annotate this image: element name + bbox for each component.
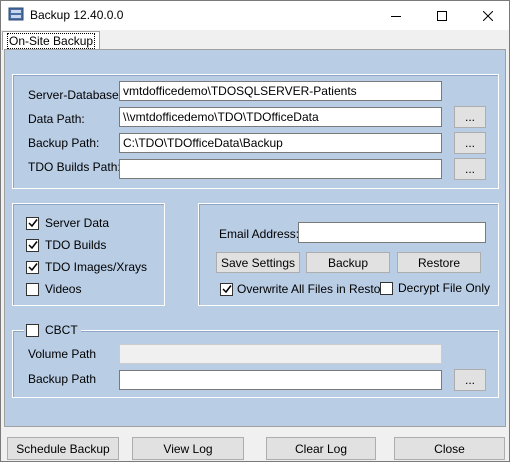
server-data-label: Server Data (45, 216, 110, 230)
email-address-label: Email Address: (219, 227, 300, 241)
decrypt-file-only-checkbox[interactable]: Decrypt File Only (380, 281, 490, 295)
save-settings-button[interactable]: Save Settings (216, 252, 300, 273)
title-bar: Backup 12.40.0.0 (1, 1, 509, 30)
videos-label: Videos (45, 282, 82, 296)
data-path-label: Data Path: (28, 112, 85, 126)
tdo-builds-checkbox[interactable]: TDO Builds (26, 238, 106, 252)
data-path-field[interactable]: \\vmtdofficedemo\TDO\TDOfficeData (119, 107, 442, 127)
cbct-backup-path-field[interactable] (119, 370, 442, 390)
schedule-backup-button[interactable]: Schedule Backup (7, 437, 119, 460)
builds-path-field[interactable] (119, 159, 442, 179)
clear-log-button[interactable]: Clear Log (266, 437, 376, 460)
window-title: Backup 12.40.0.0 (30, 8, 124, 22)
checkbox-box (26, 323, 39, 337)
server-database-label: Server-Database: (28, 88, 123, 102)
tab-on-site-backup[interactable]: On-Site Backup (2, 31, 101, 50)
minimize-button[interactable] (373, 1, 419, 30)
overwrite-all-files-checkbox[interactable]: Overwrite All Files in Restore (220, 282, 391, 296)
checkbox-box (26, 282, 39, 296)
view-log-button[interactable]: View Log (132, 437, 244, 460)
backup-app-icon (8, 6, 24, 22)
close-window-button[interactable] (465, 1, 510, 30)
checkbox-box (26, 260, 39, 274)
close-button[interactable]: Close (394, 437, 505, 460)
volume-path-label: Volume Path (28, 347, 97, 361)
data-path-browse-button[interactable]: ... (454, 106, 486, 128)
server-database-field[interactable]: vmtdofficedemo\TDOSQLSERVER-Patients (119, 81, 442, 101)
videos-checkbox[interactable]: Videos (26, 282, 81, 296)
maximize-button[interactable] (419, 1, 465, 30)
checkbox-box (26, 216, 39, 230)
server-data-checkbox[interactable]: Server Data (26, 216, 109, 230)
email-address-field[interactable] (298, 222, 486, 243)
tdo-images-checkbox[interactable]: TDO Images/Xrays (26, 260, 147, 274)
decrypt-file-only-label: Decrypt File Only (398, 281, 491, 295)
cbct-checkbox[interactable]: CBCT (24, 323, 81, 337)
backup-path-field[interactable]: C:\TDO\TDOfficeData\Backup (119, 133, 442, 153)
backup-path-browse-button[interactable]: ... (454, 132, 486, 154)
checkbox-box (26, 238, 39, 252)
builds-path-label: TDO Builds Path: (28, 160, 121, 174)
restore-button[interactable]: Restore (397, 252, 481, 273)
cbct-backup-path-label: Backup Path (28, 372, 97, 386)
cbct-label: CBCT (45, 323, 78, 337)
tdo-builds-label: TDO Builds (45, 238, 107, 252)
volume-path-field (119, 344, 442, 364)
checkbox-box (380, 281, 393, 295)
tdo-images-label: TDO Images/Xrays (45, 260, 148, 274)
tab-label: On-Site Backup (7, 33, 96, 49)
builds-path-browse-button[interactable]: ... (454, 158, 486, 180)
checkbox-box (220, 282, 233, 296)
backup-window: Backup 12.40.0.0 On-Site Backup Server-D… (0, 0, 510, 462)
backup-button[interactable]: Backup (306, 252, 390, 273)
cbct-backup-path-browse-button[interactable]: ... (454, 369, 486, 391)
on-site-backup-page: Server-Database: vmtdofficedemo\TDOSQLSE… (4, 49, 506, 427)
overwrite-all-files-label: Overwrite All Files in Restore (237, 282, 392, 296)
backup-path-label: Backup Path: (28, 136, 100, 150)
tab-strip: On-Site Backup (1, 30, 509, 50)
